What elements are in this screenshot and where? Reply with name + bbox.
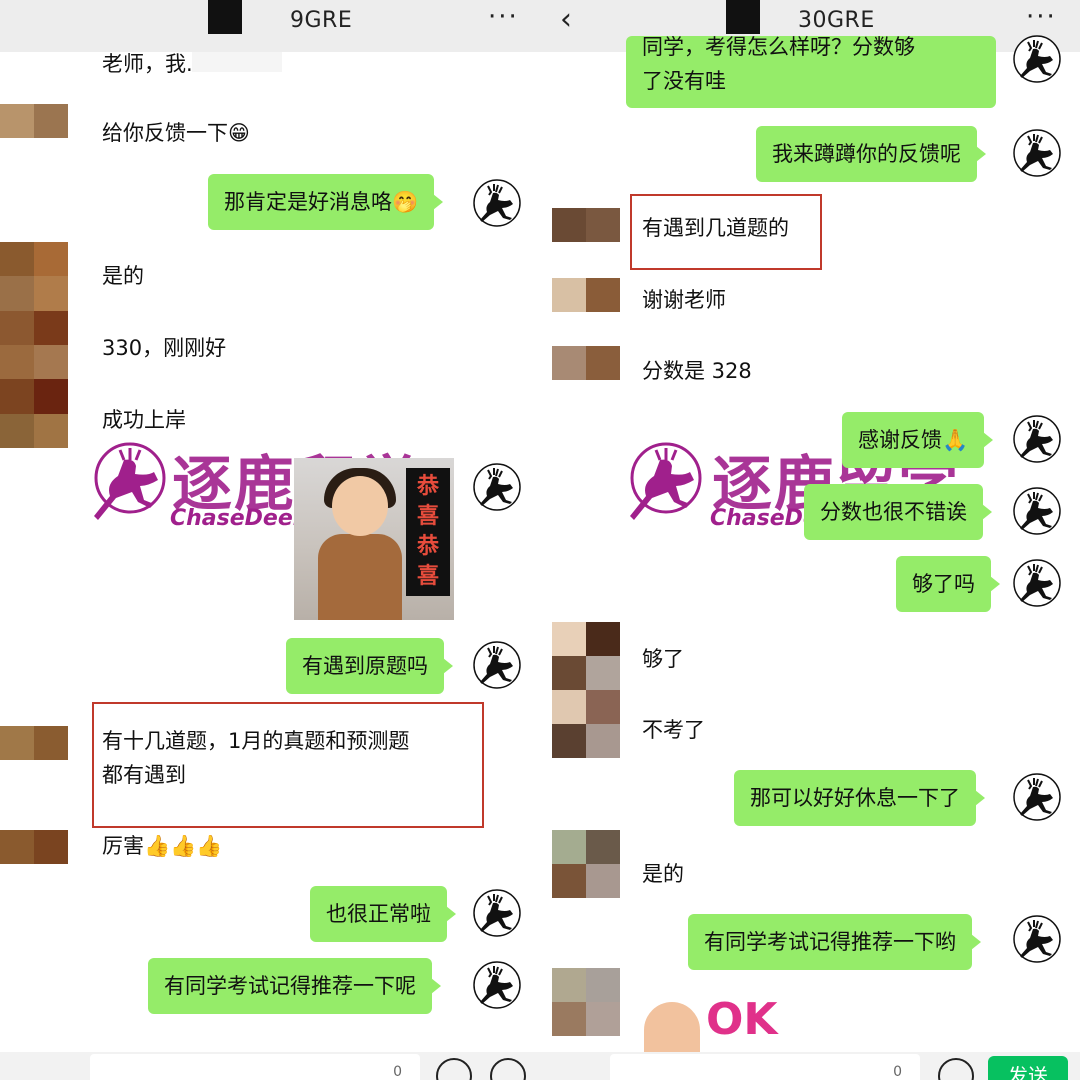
message-other: 不考了 [642,718,705,742]
more-icon[interactable]: ··· [1026,2,1057,32]
message-other: 分数是 328 [642,359,752,383]
more-icon[interactable]: ··· [488,2,519,32]
avatar[interactable] [0,242,68,448]
redacted-block [192,52,282,72]
message-other: 够了 [642,647,684,671]
message-me: 也很正常啦 [310,886,456,942]
left-chat-header: 9GRE ··· [0,0,540,52]
message-other: 有遇到几道题的 [642,216,789,240]
message-me: 有同学考试记得推荐一下呢 [148,958,441,1014]
send-button[interactable]: 发送 [988,1056,1068,1080]
message-other: 是的 [642,862,684,886]
input-bar: 0 [0,1052,540,1080]
message-me: 够了吗 [896,556,1000,612]
teacher-avatar[interactable] [1012,486,1062,536]
message-other: 谢谢老师 [642,288,726,312]
teacher-avatar[interactable] [472,462,522,512]
teacher-avatar[interactable] [472,640,522,690]
message-me: 那可以好好休息一下了 [734,770,985,826]
avatar[interactable] [552,346,620,380]
avatar[interactable] [552,830,620,898]
caption-char: 恭 [416,474,439,499]
message-line1: 同学，考得怎么样呀？分数够 [642,36,915,59]
message-me: 同学，考得怎么样呀？分数够 了没有哇 [626,36,996,108]
emoji-icon[interactable] [938,1058,974,1080]
message-other: 厉害👍👍👍 [102,834,223,858]
redacted-block [726,0,760,34]
photo-figure [318,534,402,620]
congrats-sticker-photo[interactable]: 恭 喜 恭 喜 [294,458,454,620]
teacher-avatar[interactable] [472,960,522,1010]
message-me: 分数也很不错诶 [804,484,992,540]
message-other: 是的 [102,264,144,288]
chat-title: 9GRE [290,8,353,33]
teacher-avatar[interactable] [1012,128,1062,178]
message-input[interactable]: 0 [90,1054,420,1080]
plus-icon[interactable] [490,1058,526,1080]
input-bar: 0 发送 [540,1052,1080,1080]
caption-char: 喜 [416,564,439,589]
left-chat-panel: 9GRE ··· 老师，我... 给你反馈一下😁 那肯定是好消息咯🤭 是的 33… [0,0,540,1080]
avatar[interactable] [0,830,68,864]
teacher-avatar[interactable] [472,888,522,938]
avatar[interactable] [552,278,620,312]
back-icon[interactable]: ‹ [560,2,572,37]
avatar[interactable] [552,968,620,1036]
message-me: 我来蹲蹲你的反馈呢 [756,126,986,182]
avatar[interactable] [552,622,620,758]
message-line2: 了没有哇 [642,69,726,93]
teacher-avatar[interactable] [1012,772,1062,822]
right-chat-panel: ‹ 30GRE ··· 同学，考得怎么样呀？分数够 了没有哇 我来蹲蹲你的反馈呢… [540,0,1080,1080]
message-input[interactable]: 0 [610,1054,920,1080]
teacher-avatar[interactable] [1012,414,1062,464]
input-counter: 0 [393,1064,402,1080]
avatar[interactable] [0,726,68,760]
message-other: 给你反馈一下😁 [102,121,250,145]
message-other: 老师，我... [102,52,207,76]
photo-figure [332,476,388,536]
teacher-avatar[interactable] [1012,914,1062,964]
teacher-avatar[interactable] [1012,34,1062,84]
avatar[interactable] [0,104,68,138]
caption-char: 恭 [416,534,439,559]
message-other: 成功上岸 [102,408,186,432]
message-me: 那肯定是好消息咯🤭 [208,174,444,230]
brand-name-en: ChaseDeer [170,506,304,531]
message-other-line2: 都有遇到 [102,763,186,787]
congrats-caption: 恭 喜 恭 喜 [406,468,450,596]
message-other-line1: 有十几道题，1月的真题和预测题 [102,729,410,753]
emoji-icon[interactable] [436,1058,472,1080]
teacher-avatar[interactable] [1012,558,1062,608]
input-counter: 0 [893,1064,902,1080]
chat-title: 30GRE [798,8,875,33]
teacher-avatar[interactable] [472,178,522,228]
message-other: 330，刚刚好 [102,336,227,360]
deer-logo-icon [630,442,702,520]
avatar[interactable] [552,208,620,242]
caption-char: 喜 [416,504,439,529]
message-me: 有遇到原题吗 [286,638,453,694]
message-me: 感谢反馈🙏 [842,412,994,468]
deer-logo-icon [94,442,166,520]
ok-text: OK [706,994,778,1045]
message-me: 有同学考试记得推荐一下哟 [688,914,981,970]
redacted-block [208,0,242,34]
